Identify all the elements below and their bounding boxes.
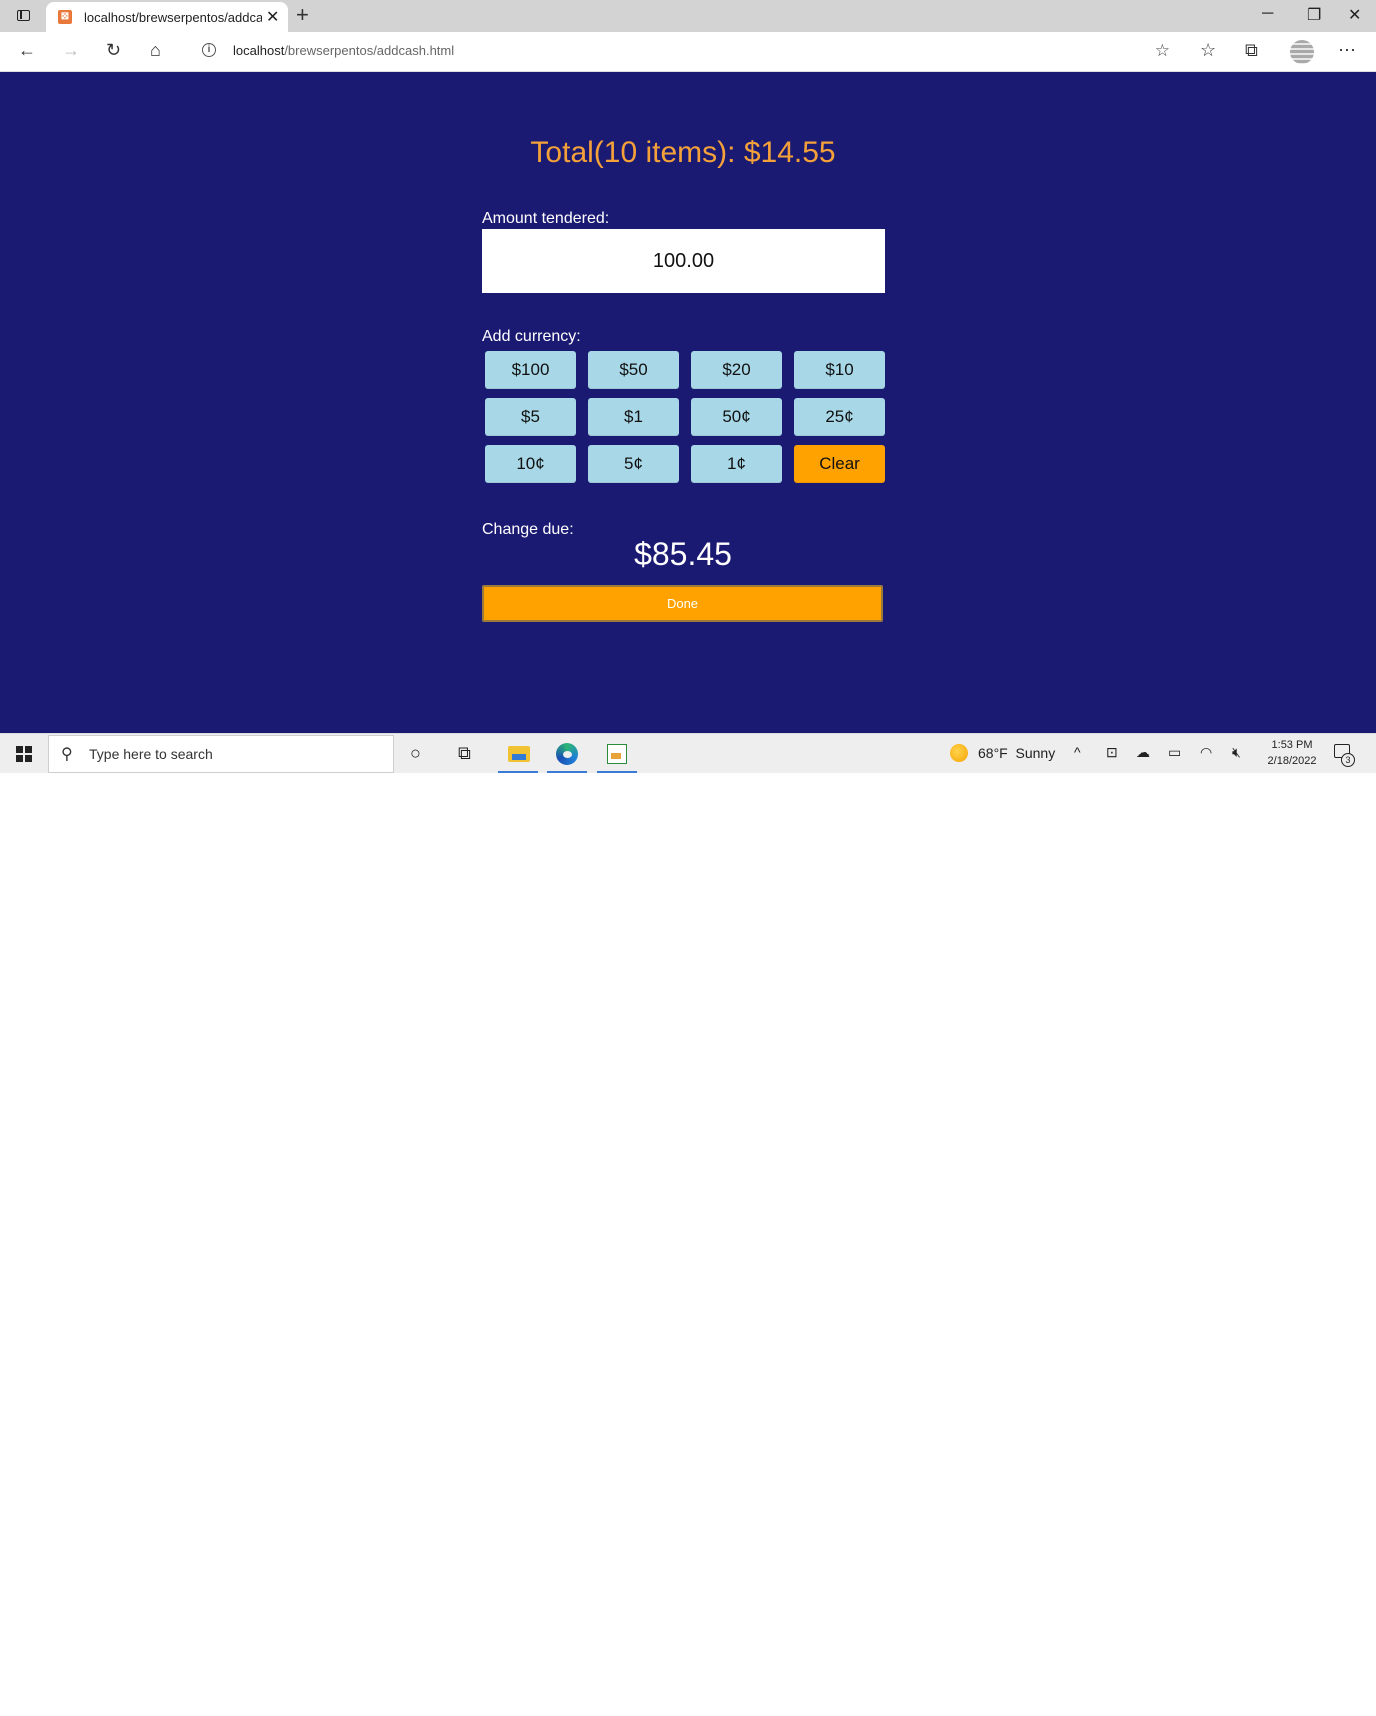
currency-button-grid: $100 $50 $20 $10 $5 $1 50¢ 25¢ 10¢ 5¢ 1¢… (485, 351, 887, 483)
add-favorite-icon[interactable]: ☆ (1155, 41, 1170, 61)
notepad-app[interactable] (597, 738, 637, 773)
add-25-cent-button[interactable]: 25¢ (794, 398, 885, 436)
url-path: /brewserpentos/addcash.html (284, 43, 455, 58)
volume-muted-icon[interactable]: 🔇︎ (1232, 744, 1241, 761)
new-tab-icon[interactable]: + (296, 2, 309, 28)
tab-close-icon[interactable]: ✕ (266, 7, 279, 27)
file-explorer-icon (508, 746, 530, 762)
notification-count-badge: 3 (1341, 753, 1355, 767)
add-currency-label: Add currency: (482, 328, 581, 345)
add-1-cent-button[interactable]: 1¢ (691, 445, 782, 483)
restore-icon[interactable]: ❐ (1307, 5, 1321, 25)
browser-tab[interactable]: ⊠ localhost/brewserpentos/addcash.html ✕ (46, 2, 288, 32)
collections-icon[interactable]: ⧉ (1245, 40, 1258, 61)
meet-now-icon[interactable]: ⊡ (1106, 744, 1118, 761)
change-due-amount: $85.45 (634, 536, 732, 572)
search-icon: ⚲ (61, 746, 73, 763)
taskbar-search-placeholder: Type here to search (89, 746, 213, 762)
done-button[interactable]: Done (482, 585, 883, 622)
add-20-dollar-button[interactable]: $20 (691, 351, 782, 389)
add-10-cent-button[interactable]: 10¢ (485, 445, 576, 483)
edge-icon (556, 743, 578, 765)
weather-sun-icon[interactable] (950, 744, 968, 762)
tab-title: localhost/brewserpentos/addcash.html (84, 10, 262, 25)
clear-button[interactable]: Clear (794, 445, 885, 483)
order-total: Total(10 items): $14.55 (530, 136, 836, 169)
taskbar-search-box[interactable]: ⚲ Type here to search (48, 735, 394, 773)
more-menu-icon[interactable]: ⋯ (1338, 40, 1356, 61)
amount-tendered-input[interactable]: 100.00 (482, 229, 885, 293)
favorites-icon[interactable]: ☆ (1200, 40, 1216, 61)
address-bar[interactable]: i localhost/brewserpentos/addcash.html ☆ (188, 36, 1182, 66)
add-10-dollar-button[interactable]: $10 (794, 351, 885, 389)
weather-condition: Sunny (1015, 745, 1056, 761)
url-text: localhost/brewserpentos/addcash.html (233, 43, 454, 58)
minimize-icon[interactable]: ─ (1262, 5, 1273, 23)
forward-icon[interactable]: → (62, 40, 80, 61)
browser-tab-strip: ⊠ localhost/brewserpentos/addcash.html ✕… (0, 0, 1376, 32)
amount-tendered-label: Amount tendered: (482, 210, 610, 227)
clock-date: 2/18/2022 (1267, 755, 1317, 767)
close-window-icon[interactable]: ✕ (1348, 5, 1361, 25)
edge-browser-app[interactable] (547, 738, 587, 773)
back-icon[interactable]: ← (18, 40, 36, 61)
windows-taskbar: ⚲ Type here to search ○ ⧉ 68°F Sunny ^ ⊡… (0, 733, 1376, 773)
notepad-icon (607, 744, 627, 764)
weather-widget[interactable]: 68°F Sunny (978, 745, 1055, 761)
cortana-icon[interactable]: ○ (410, 743, 421, 764)
battery-icon[interactable]: ▭ (1168, 744, 1181, 761)
onedrive-cloud-icon[interactable]: ☁ (1136, 744, 1150, 761)
browser-toolbar: ← → ↻ ⌂ i localhost/brewserpentos/addcas… (0, 32, 1376, 72)
add-5-cent-button[interactable]: 5¢ (588, 445, 679, 483)
profile-avatar[interactable] (1290, 40, 1314, 64)
windows-start-icon[interactable] (16, 746, 32, 762)
add-5-dollar-button[interactable]: $5 (485, 398, 576, 436)
screen: ⊠ localhost/brewserpentos/addcash.html ✕… (0, 0, 1376, 773)
add-50-cent-button[interactable]: 50¢ (691, 398, 782, 436)
add-1-dollar-button[interactable]: $1 (588, 398, 679, 436)
refresh-icon[interactable]: ↻ (106, 40, 121, 61)
addcash-page: Total(10 items): $14.55 Amount tendered:… (0, 72, 1376, 733)
system-clock[interactable]: 1:53 PM 2/18/2022 (1262, 737, 1322, 769)
clock-time: 1:53 PM (1271, 739, 1313, 751)
tab-actions-icon[interactable] (12, 7, 36, 25)
home-icon[interactable]: ⌂ (150, 40, 161, 61)
task-view-icon[interactable]: ⧉ (458, 743, 471, 764)
show-hidden-icons-chevron-icon[interactable]: ^ (1074, 744, 1081, 760)
xampp-favicon-icon: ⊠ (58, 10, 72, 24)
add-50-dollar-button[interactable]: $50 (588, 351, 679, 389)
weather-temperature: 68°F (978, 745, 1008, 761)
url-host: localhost (233, 43, 285, 58)
wifi-icon[interactable]: ◠ (1200, 744, 1212, 761)
file-explorer-app[interactable] (498, 738, 538, 773)
info-icon[interactable]: i (202, 43, 216, 57)
add-100-dollar-button[interactable]: $100 (485, 351, 576, 389)
